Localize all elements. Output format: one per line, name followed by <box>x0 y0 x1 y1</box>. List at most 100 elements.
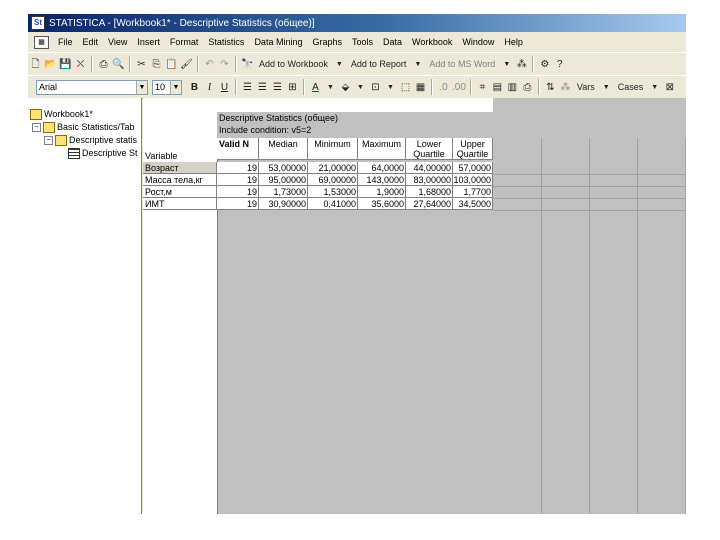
menu-help[interactable]: Help <box>499 37 528 47</box>
table-cell[interactable]: 19 <box>217 186 259 198</box>
chevron-down-icon[interactable]: ▼ <box>648 80 661 95</box>
table-cell[interactable]: 83,00000 <box>406 174 453 186</box>
vars-button[interactable]: Vars <box>577 82 595 92</box>
table-cell[interactable]: 19 <box>217 198 259 210</box>
table-cell[interactable]: 44,00000 <box>406 162 453 174</box>
table-cell[interactable]: 1,73000 <box>259 186 308 198</box>
open-folder-icon[interactable]: 📂 <box>44 57 57 72</box>
column-header-minimum[interactable]: Minimum <box>308 138 358 160</box>
zoom-icon[interactable]: ⁂ <box>559 80 572 95</box>
merge-cells-icon[interactable]: ⊞ <box>286 80 299 95</box>
add-to-workbook-button[interactable]: Add to Workbook <box>259 59 328 69</box>
chevron-down-icon[interactable]: ▼ <box>170 80 181 94</box>
chevron-down-icon[interactable]: ▼ <box>136 80 147 94</box>
menu-view[interactable]: View <box>103 37 132 47</box>
font-color-icon[interactable]: A <box>309 80 322 95</box>
menu-statistics[interactable]: Statistics <box>203 37 249 47</box>
table-cell[interactable]: 1,7700 <box>453 186 493 198</box>
tree-node-descriptive-statistics[interactable]: − Descriptive statis <box>44 134 137 146</box>
align-center-icon[interactable]: ☰ <box>256 80 269 95</box>
title-bar[interactable]: St STATISTICA - [Workbook1* - Descriptiv… <box>28 14 686 32</box>
table-cell[interactable]: 57,0000 <box>453 162 493 174</box>
chevron-down-icon[interactable]: ▼ <box>333 57 346 72</box>
cases-button[interactable]: Cases <box>618 82 644 92</box>
copy-icon[interactable]: ⎘ <box>150 57 163 72</box>
statistica-app-icon[interactable]: St <box>31 16 45 30</box>
chevron-down-icon[interactable]: ▼ <box>411 57 424 72</box>
compress-icon[interactable]: ⛌ <box>74 57 87 72</box>
add-to-report-button[interactable]: Add to Report <box>351 59 407 69</box>
column-header-lower-quartile[interactable]: Lower Quartile <box>406 138 453 160</box>
cut-icon[interactable]: ✂ <box>135 57 148 72</box>
statistics-icon[interactable]: ⁂ <box>515 57 528 72</box>
new-file-icon[interactable]: 🗋 <box>29 57 42 72</box>
table-cell[interactable]: 1,68000 <box>406 186 453 198</box>
collapse-icon[interactable]: − <box>44 135 53 145</box>
column-header-valid-n[interactable]: Valid N <box>217 138 259 160</box>
table-cell[interactable]: 21,00000 <box>308 162 358 174</box>
menu-data-mining[interactable]: Data Mining <box>249 37 307 47</box>
menu-graphs[interactable]: Graphs <box>307 37 347 47</box>
table-cell[interactable]: 1,9000 <box>358 186 406 198</box>
borders-icon[interactable]: ⊡ <box>369 80 382 95</box>
collapse-icon[interactable]: − <box>32 122 41 132</box>
grid-view-icon[interactable]: ⊠ <box>663 80 676 95</box>
row-label[interactable]: Возраст <box>143 162 217 174</box>
column-header-upper-quartile[interactable]: Upper Quartile <box>453 138 493 160</box>
menu-workbook[interactable]: Workbook <box>407 37 457 47</box>
print-preview-icon[interactable]: 🔍 <box>112 57 125 72</box>
table-cell[interactable]: 53,00000 <box>259 162 308 174</box>
menu-window[interactable]: Window <box>457 37 499 47</box>
table-cell[interactable]: 0,41000 <box>308 198 358 210</box>
tree-node-basic-statistics[interactable]: − Basic Statistics/Tab <box>32 121 135 133</box>
table-cell[interactable]: 30,90000 <box>259 198 308 210</box>
chevron-down-icon[interactable]: ▼ <box>354 80 367 95</box>
find-icon[interactable]: 🔭 <box>241 57 254 72</box>
undo-icon[interactable]: ↶ <box>203 57 216 72</box>
decimal-increase-icon[interactable]: .0 <box>437 80 450 95</box>
table-cell[interactable]: 1,53000 <box>308 186 358 198</box>
help-icon[interactable]: ? <box>553 57 566 72</box>
table-cell[interactable]: 34,5000 <box>453 198 493 210</box>
align-right-icon[interactable]: ☰ <box>271 80 284 95</box>
menu-data[interactable]: Data <box>378 37 407 47</box>
align-left-icon[interactable]: ☰ <box>241 80 254 95</box>
table-cell[interactable]: 35,6000 <box>358 198 406 210</box>
add-to-ms-word-button[interactable]: Add to MS Word <box>429 59 495 69</box>
fill-color-icon[interactable]: ⬙ <box>339 80 352 95</box>
table-cell[interactable]: 19 <box>217 162 259 174</box>
chart-icon[interactable]: ▤ <box>491 80 504 95</box>
insert-icon[interactable]: ⌗ <box>476 80 489 95</box>
table-cell[interactable]: 27,64000 <box>406 198 453 210</box>
table-cell[interactable]: 95,00000 <box>259 174 308 186</box>
table-icon[interactable]: ▥ <box>506 80 519 95</box>
table-cell[interactable]: 69,00000 <box>308 174 358 186</box>
row-label[interactable]: Масса тела,кг <box>143 174 217 186</box>
table-cell[interactable]: 64,0000 <box>358 162 406 174</box>
sort-icon[interactable]: ⇅ <box>544 80 557 95</box>
menu-file[interactable]: File <box>53 37 78 47</box>
document-menu-icon[interactable]: ▦ <box>34 35 49 49</box>
chevron-down-icon[interactable]: ▼ <box>324 80 337 95</box>
print-icon[interactable]: ⎙ <box>97 57 110 72</box>
decimal-decrease-icon[interactable]: .00 <box>452 80 466 95</box>
column-header-median[interactable]: Median <box>259 138 308 160</box>
menu-format[interactable]: Format <box>165 37 204 47</box>
column-header-maximum[interactable]: Maximum <box>358 138 406 160</box>
cell-style-icon[interactable]: ⬚ <box>399 80 412 95</box>
underline-button[interactable]: U <box>218 80 231 95</box>
bold-button[interactable]: B <box>188 80 201 95</box>
tree-node-workbook[interactable]: Workbook1* <box>30 108 93 120</box>
table-cell[interactable]: 103,0000 <box>453 174 493 186</box>
format-painter-icon[interactable]: 🖌 <box>180 57 193 72</box>
paste-icon[interactable]: 📋 <box>165 57 178 72</box>
font-name-select[interactable]: Arial ▼ <box>36 79 148 95</box>
redo-icon[interactable]: ↷ <box>218 57 231 72</box>
menu-insert[interactable]: Insert <box>132 37 165 47</box>
row-label[interactable]: ИМТ <box>143 198 217 210</box>
italic-button[interactable]: I <box>203 80 216 95</box>
save-icon[interactable]: 💾 <box>59 57 72 72</box>
tree-node-descriptive-sheet[interactable]: Descriptive St <box>68 147 138 159</box>
menu-edit[interactable]: Edit <box>78 37 104 47</box>
font-size-select[interactable]: 10 ▼ <box>152 79 182 95</box>
